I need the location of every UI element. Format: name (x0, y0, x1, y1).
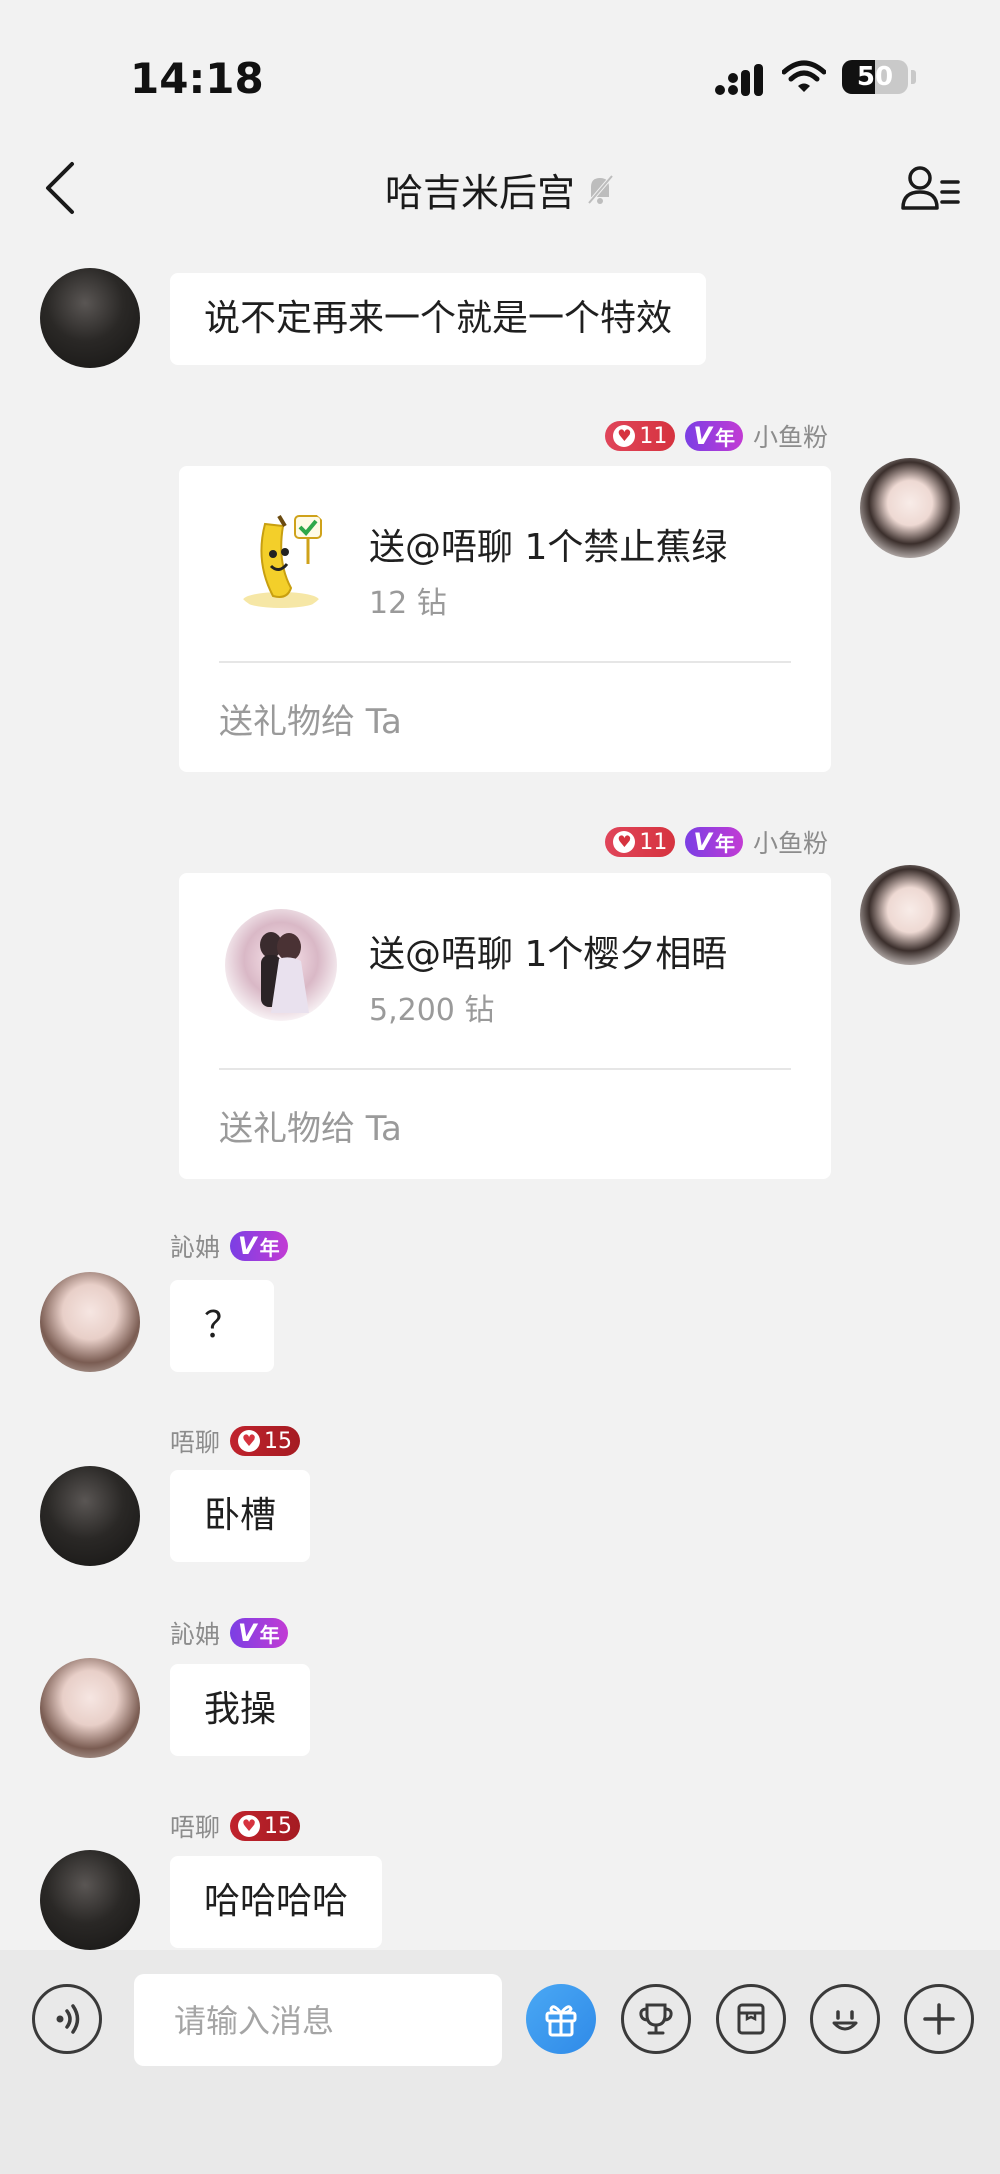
voice-icon (56, 2004, 80, 2034)
sender-name: 訫姌 (170, 1233, 221, 1262)
heart-icon: ♥ (238, 1815, 261, 1837)
bell-off-icon (587, 174, 614, 205)
vip-badge: V 年 (685, 421, 743, 451)
trophy-icon (639, 2003, 673, 2035)
heart-icon: ♥ (238, 1430, 261, 1452)
group-members-icon[interactable] (900, 164, 962, 214)
avatar[interactable] (860, 458, 960, 558)
sender-name: 小鱼粉 (752, 423, 828, 452)
divider (219, 661, 791, 663)
message-input[interactable] (172, 1974, 496, 2068)
wifi-icon (782, 60, 826, 92)
vip-label: 年 (714, 425, 735, 450)
message-input-box[interactable] (134, 1974, 502, 2068)
level-number: 15 (264, 1428, 293, 1454)
vip-label: 年 (259, 1235, 280, 1260)
level-badge: ♥ 15 (230, 1811, 301, 1841)
avatar[interactable] (40, 1272, 140, 1372)
level-number: 15 (264, 1813, 293, 1839)
vip-label: 年 (259, 1622, 280, 1647)
gift-title: 送@唔聊 1个禁止蕉绿 (369, 527, 728, 568)
message-bubble: 卧槽 (170, 1470, 311, 1562)
package-icon (737, 2003, 765, 2035)
message-bubble: 哈哈哈哈 (170, 1856, 383, 1948)
message-sender: 唔聊 ♥ 15 (170, 1808, 301, 1844)
gift-card[interactable]: 送@唔聊 1个樱夕相晤 5,200 钻 送礼物给 Ta (179, 873, 831, 1179)
cellular-signal-icon (715, 64, 763, 96)
gift-title: 送@唔聊 1个樱夕相晤 (369, 934, 728, 975)
gift-icon (545, 2005, 577, 2037)
trophy-button[interactable] (621, 1984, 691, 2054)
battery-cap (911, 70, 916, 84)
level-number: 11 (639, 423, 668, 449)
battery-indicator: 50 (842, 60, 908, 94)
level-badge: ♥ 11 (605, 827, 676, 857)
couple-gift-icon (225, 909, 337, 1021)
heart-icon: ♥ (613, 831, 636, 853)
avatar[interactable] (40, 268, 140, 368)
vip-icon: V (238, 1232, 257, 1260)
sender-name: 訫姌 (170, 1620, 221, 1649)
send-gift-link[interactable]: 送礼物给 Ta (219, 1101, 402, 1150)
sender-name: 唔聊 (170, 1813, 221, 1842)
gift-price: 12 钻 (369, 586, 447, 621)
vip-icon: V (693, 422, 712, 450)
avatar[interactable] (40, 1658, 140, 1758)
avatar[interactable] (40, 1466, 140, 1566)
emoji-icon (832, 2010, 858, 2031)
level-badge: ♥ 11 (605, 421, 676, 451)
avatar[interactable] (860, 865, 960, 965)
page-title: 哈吉米后宫 (384, 170, 575, 215)
banana-gift-icon (225, 502, 337, 614)
gift-image (225, 909, 337, 1021)
vip-badge: V 年 (685, 827, 743, 857)
message-bubble: 我操 (170, 1664, 311, 1756)
sender-name: 唔聊 (170, 1428, 221, 1457)
gift-image (225, 502, 337, 614)
vip-icon: V (693, 828, 712, 856)
level-badge: ♥ 15 (230, 1426, 301, 1456)
vip-label: 年 (714, 831, 735, 856)
avatar[interactable] (40, 1850, 140, 1950)
voice-button[interactable] (32, 1984, 102, 2054)
message-sender: 訫姌 V 年 (170, 1228, 288, 1264)
message-bubble: 说不定再来一个就是一个特效 (170, 273, 707, 365)
message-sender: 唔聊 ♥ 15 (170, 1423, 301, 1459)
gift-button[interactable] (526, 1984, 596, 2054)
more-button[interactable] (904, 1984, 974, 2054)
emoji-button[interactable] (810, 1984, 880, 2054)
heart-icon: ♥ (613, 425, 636, 447)
gift-price: 5,200 钻 (369, 993, 495, 1028)
battery-level: 50 (856, 62, 894, 92)
vip-badge: V 年 (230, 1231, 288, 1261)
gift-card[interactable]: 送@唔聊 1个禁止蕉绿 12 钻 送礼物给 Ta (179, 466, 831, 772)
message-sender: ♥ 11 V 年 小鱼粉 (605, 418, 828, 454)
header: 哈吉米后宫 (0, 164, 1000, 215)
message-sender: ♥ 11 V 年 小鱼粉 (605, 824, 828, 860)
vip-badge: V 年 (230, 1618, 288, 1648)
message-sender: 訫姌 V 年 (170, 1615, 288, 1651)
level-number: 11 (639, 829, 668, 855)
status-time: 14:18 (130, 54, 264, 103)
send-gift-link[interactable]: 送礼物给 Ta (219, 694, 402, 743)
sender-name: 小鱼粉 (752, 829, 828, 858)
divider (219, 1068, 791, 1070)
plus-icon (923, 2003, 955, 2035)
vip-icon: V (238, 1619, 257, 1647)
message-bubble: ？ (170, 1280, 275, 1372)
package-button[interactable] (716, 1984, 786, 2054)
